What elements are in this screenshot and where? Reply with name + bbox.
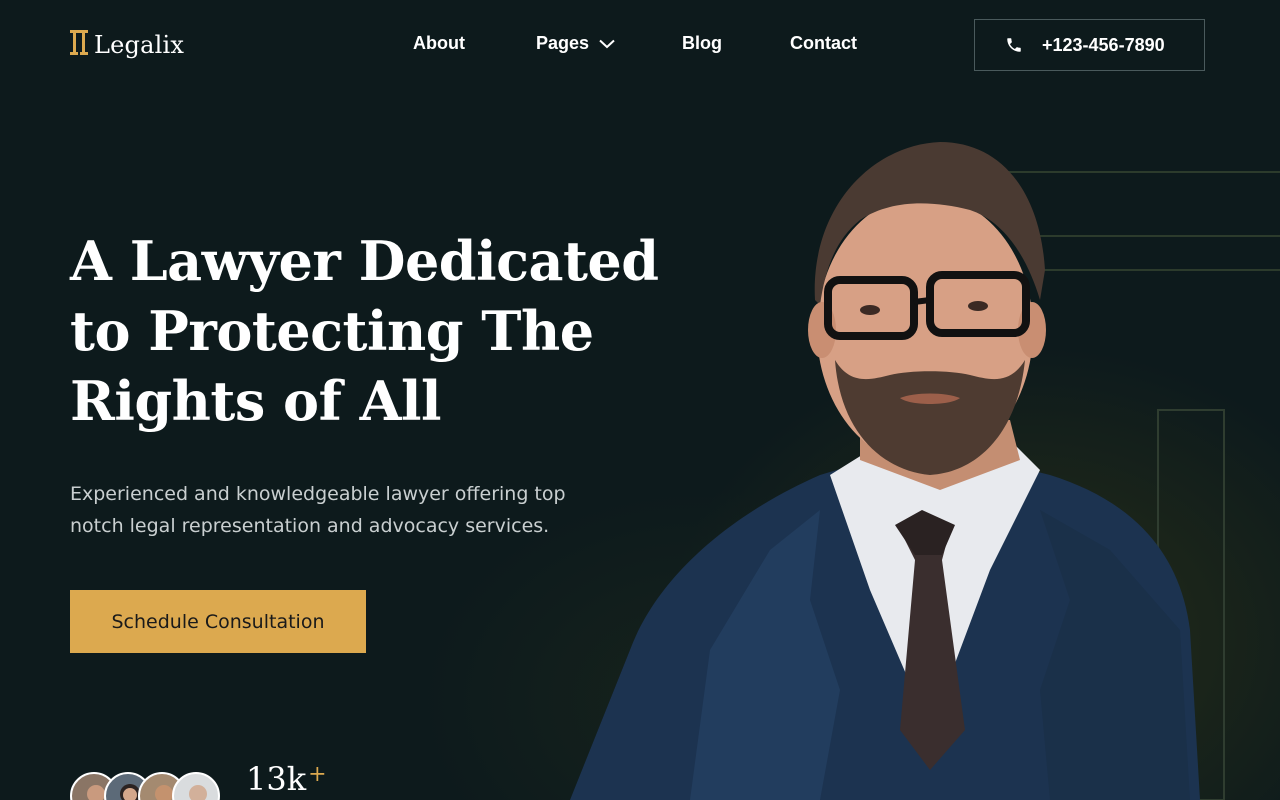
lawyer-portrait (570, 142, 1200, 800)
nav-item-about[interactable]: About (413, 33, 465, 54)
brand-name: Legalix (94, 31, 185, 59)
schedule-consultation-button[interactable]: Schedule Consultation (70, 590, 366, 653)
chevron-down-icon (599, 39, 615, 49)
nav-item-blog[interactable]: Blog (682, 33, 722, 54)
clients-stat: 13k + (246, 760, 327, 798)
phone-icon (1005, 36, 1023, 54)
clients-stat-suffix: + (308, 762, 327, 787)
brand-logo[interactable]: Legalix (70, 28, 184, 62)
clients-stat-value: 13k (246, 760, 307, 798)
site-header: Legalix About Pages Blog Contact +123-45… (0, 0, 1280, 90)
pillar-icon (70, 30, 88, 60)
hero-subtitle: Experienced and knowledgeable lawyer off… (70, 483, 566, 537)
phone-button[interactable]: +123-456-7890 (974, 19, 1205, 71)
nav-item-contact[interactable]: Contact (790, 33, 857, 54)
nav-item-pages[interactable]: Pages (536, 33, 615, 54)
phone-number: +123-456-7890 (1042, 34, 1165, 55)
nav-item-pages-label: Pages (536, 33, 590, 53)
